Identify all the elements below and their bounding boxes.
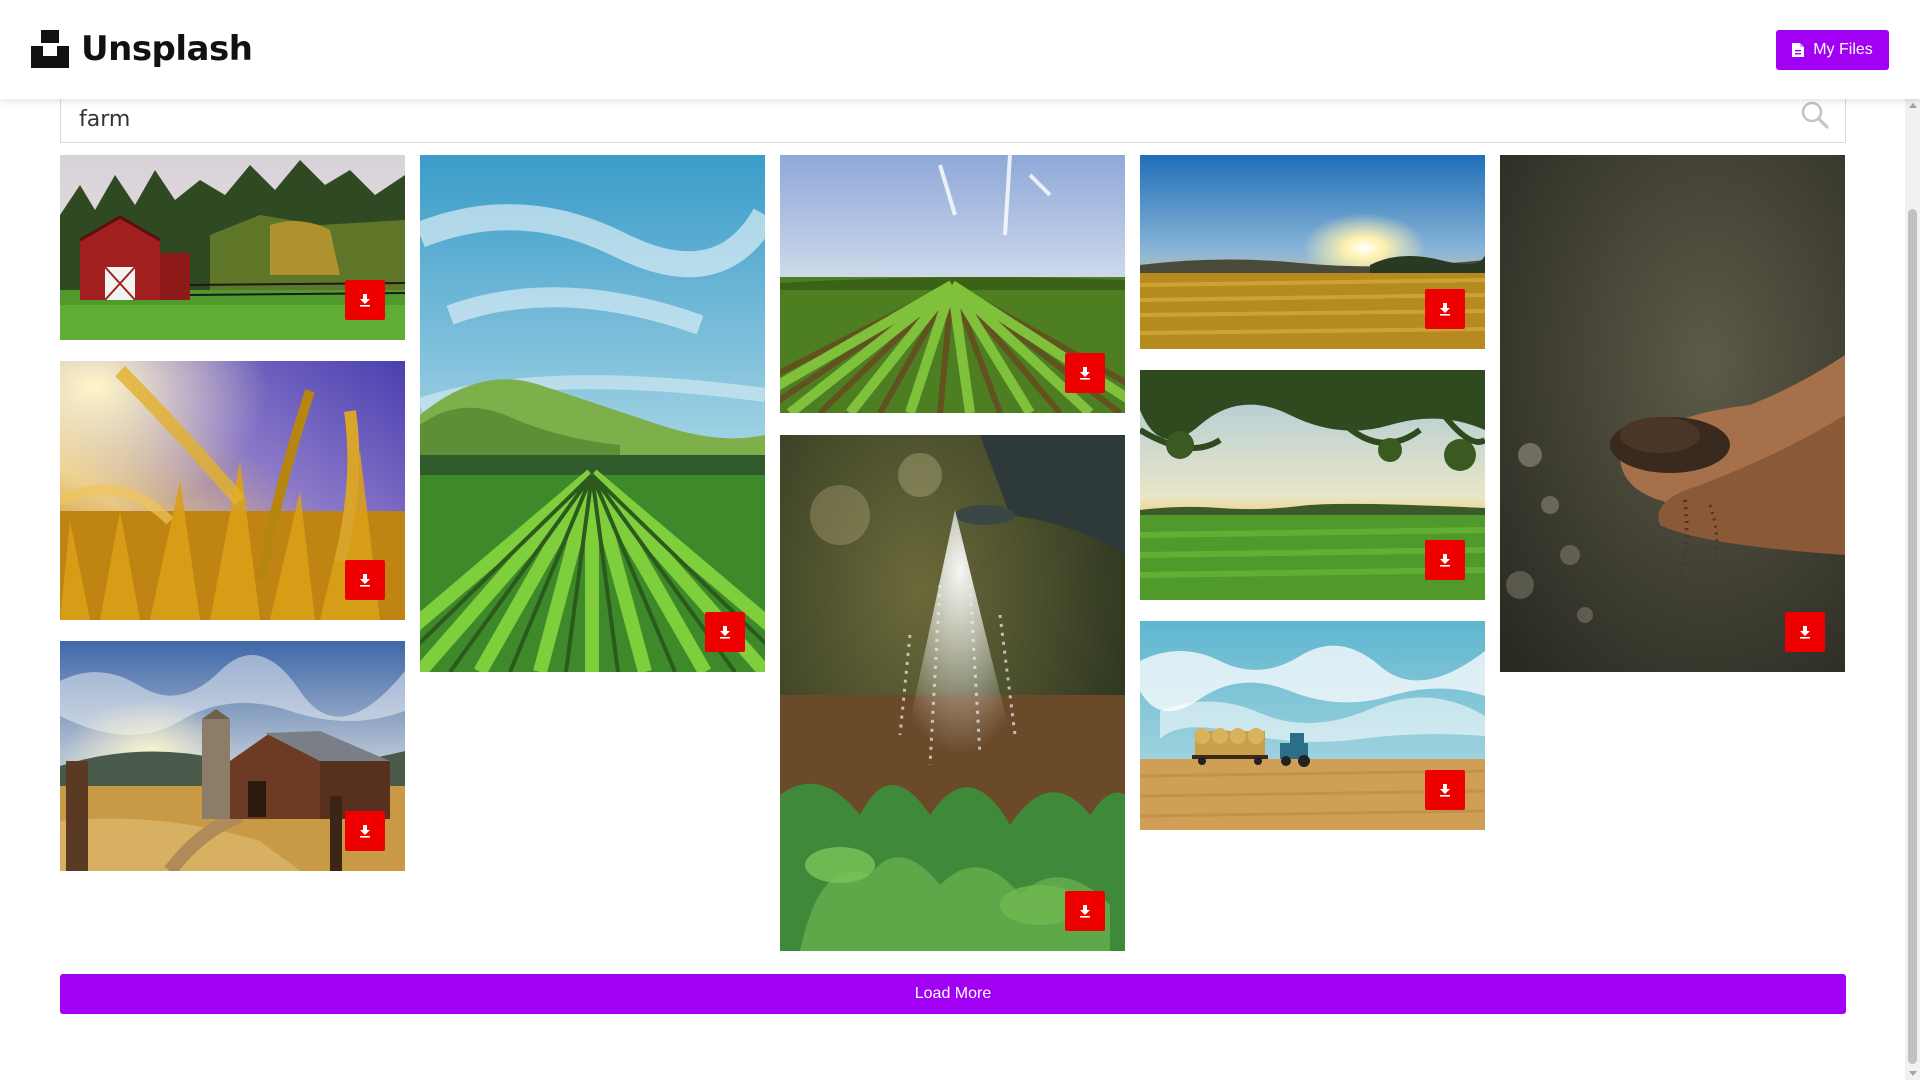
search-icon[interactable] — [1800, 100, 1830, 130]
download-button[interactable] — [1425, 770, 1465, 810]
photo-old-barn-silo[interactable] — [60, 641, 405, 871]
top-navbar: Unsplash My Files — [0, 0, 1920, 99]
download-icon — [360, 825, 370, 838]
download-icon — [360, 574, 370, 587]
download-icon — [1080, 367, 1090, 380]
brand-link[interactable]: Unsplash — [31, 26, 253, 72]
photo-red-barn[interactable] — [60, 155, 405, 340]
download-icon — [360, 294, 370, 307]
photo-green-field-tree[interactable] — [1140, 370, 1485, 600]
download-button[interactable] — [705, 612, 745, 652]
download-icon — [1800, 626, 1810, 639]
my-files-button[interactable]: My Files — [1776, 30, 1889, 70]
photo-image — [1500, 155, 1845, 672]
search-input[interactable] — [61, 96, 1845, 142]
unsplash-logo-icon — [31, 30, 69, 68]
download-icon — [1440, 303, 1450, 316]
download-button[interactable] — [1065, 353, 1105, 393]
download-button[interactable] — [345, 280, 385, 320]
photo-watering-plants[interactable] — [780, 435, 1125, 951]
photo-vineyard-rows[interactable] — [420, 155, 765, 672]
download-button[interactable] — [345, 560, 385, 600]
photo-soil-hands[interactable] — [1500, 155, 1845, 672]
photo-image — [420, 155, 765, 672]
download-icon — [1440, 554, 1450, 567]
vertical-scrollbar[interactable] — [1905, 99, 1920, 1080]
download-button[interactable] — [1065, 891, 1105, 931]
scroll-thumb[interactable] — [1908, 209, 1917, 1064]
download-icon — [1440, 784, 1450, 797]
photo-hay-tractor[interactable] — [1140, 621, 1485, 830]
file-icon — [1792, 43, 1805, 57]
download-button[interactable] — [1425, 540, 1465, 580]
photo-crop-field[interactable] — [780, 155, 1125, 413]
scroll-up-arrow-icon[interactable] — [1909, 103, 1917, 108]
search-bar — [60, 96, 1846, 143]
download-button[interactable] — [345, 811, 385, 851]
my-files-label: My Files — [1813, 41, 1873, 58]
download-button[interactable] — [1425, 289, 1465, 329]
download-icon — [1080, 905, 1090, 918]
scroll-down-arrow-icon[interactable] — [1909, 1071, 1917, 1076]
photo-sunset-field[interactable] — [1140, 155, 1485, 349]
load-more-button[interactable]: Load More — [60, 974, 1846, 1014]
download-icon — [720, 626, 730, 639]
photo-image — [780, 435, 1125, 951]
brand-name: Unsplash — [81, 29, 253, 69]
photo-wheat-closeup[interactable] — [60, 361, 405, 620]
download-button[interactable] — [1785, 612, 1825, 652]
